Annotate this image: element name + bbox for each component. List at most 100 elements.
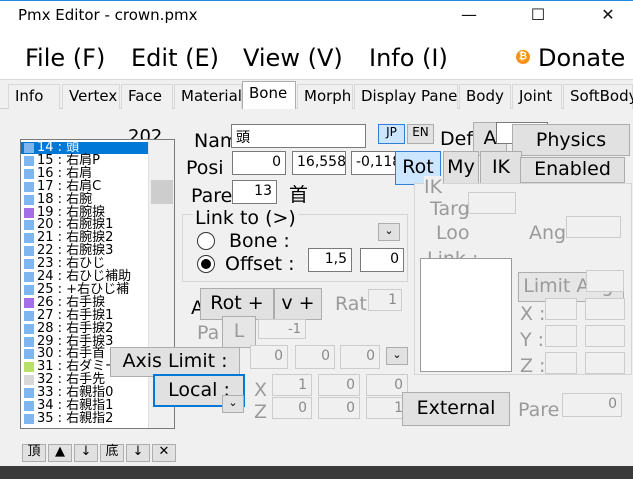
pa-label: Pa [197, 322, 220, 344]
offset-radio[interactable] [197, 255, 215, 273]
local-select-button[interactable]: ⌄ [222, 395, 244, 413]
bone-color-swatch [24, 233, 34, 244]
bone-color-swatch [24, 375, 34, 386]
limit-x-min-field[interactable] [545, 298, 577, 320]
parent-index-field[interactable]: 13 [232, 180, 277, 204]
move-up-button[interactable]: ▲ [48, 444, 72, 462]
tab-strip: Info Vertex Face Material Bone Morph Dis… [0, 81, 633, 110]
axis-limit-select-button[interactable]: ⌄ [386, 347, 408, 365]
minimize-button[interactable]: — [446, 1, 492, 31]
limit-z-min-field[interactable] [545, 352, 577, 374]
limit-y-max-field[interactable] [585, 325, 625, 347]
delete-button[interactable]: ✕ [152, 444, 176, 462]
parent-label: Pare [191, 185, 233, 207]
tab-softbody[interactable]: SoftBody [563, 84, 633, 109]
bone-item-label: 16 : 右肩 [37, 165, 93, 181]
position-y-field[interactable]: 16,558 [292, 151, 346, 175]
mv-plus-button[interactable]: v + [274, 288, 322, 320]
bone-color-swatch [24, 413, 34, 424]
local-z2-field[interactable]: 0 [318, 397, 360, 419]
menu-info[interactable]: Info (I) [369, 44, 448, 72]
bone-color-swatch [24, 259, 34, 270]
tab-morph[interactable]: Morph [297, 84, 353, 109]
ik-target-field[interactable] [468, 192, 516, 214]
limit-z-max-field[interactable] [585, 352, 625, 374]
axis-limit-button[interactable]: Axis Limit : [110, 347, 240, 377]
menu-edit[interactable]: Edit (E) [131, 44, 219, 72]
menu-view[interactable]: View (V) [243, 44, 343, 72]
tab-body[interactable]: Body [459, 84, 511, 109]
maximize-button[interactable]: ☐ [515, 1, 561, 31]
en-button[interactable]: EN [407, 124, 434, 144]
menu-file[interactable]: File (F) [25, 44, 105, 72]
bone-color-swatch [24, 207, 34, 218]
tab-face[interactable]: Face [121, 84, 173, 109]
bone-item-label: 18 : 右腕 [37, 191, 93, 207]
bone-radio[interactable] [197, 232, 215, 250]
offset-field-2[interactable]: 0 [360, 248, 404, 272]
move-down-button[interactable]: ↓ [74, 444, 98, 462]
move-top-button[interactable]: 頂 [22, 444, 46, 462]
scrollbar-thumb[interactable] [151, 180, 173, 204]
limit-x-max-field[interactable] [585, 298, 625, 320]
tab-display-pane[interactable]: Display Pane [354, 84, 458, 109]
jp-button[interactable]: JP [378, 124, 405, 144]
bone-color-swatch [24, 310, 34, 321]
bone-color-swatch [24, 155, 34, 166]
tab-bone[interactable]: Bone [242, 81, 296, 110]
bone-item-label: 27 : 右手捩1 [37, 307, 114, 323]
tab-info[interactable]: Info [8, 84, 60, 109]
ik-button[interactable]: IK [480, 151, 522, 185]
pa-field[interactable]: -1 [258, 319, 306, 339]
axis-y-field[interactable]: 0 [295, 345, 335, 369]
axis-x-field[interactable]: 0 [250, 345, 288, 369]
limit-z-label: Z : [520, 355, 546, 377]
bone-item-label: 17 : 右肩C [37, 178, 102, 194]
menu-donate[interactable]: Donate [538, 44, 625, 72]
bone-color-swatch [24, 168, 34, 179]
enabled-button[interactable]: Enabled [520, 157, 625, 183]
minimize-icon: — [461, 5, 477, 24]
taskbar [0, 466, 633, 479]
close-button[interactable]: ✕ [585, 1, 631, 31]
bone-radio-label: Bone : [229, 230, 290, 252]
local-z1-field[interactable]: 0 [272, 397, 312, 419]
link-bone-select-button[interactable]: ⌄ [378, 223, 400, 241]
add-button[interactable]: ↓ [126, 444, 150, 462]
ratio-label: Rat [335, 293, 367, 315]
ik-link-list[interactable] [420, 258, 512, 372]
position-x-field[interactable]: 0 [232, 151, 286, 175]
external-parent-label: Pare [518, 399, 560, 421]
move-bottom-button[interactable]: 底 [100, 444, 124, 462]
external-parent-field[interactable]: 0 [562, 393, 622, 417]
ik-loop-label: Loo [436, 222, 470, 244]
bone-color-swatch [24, 181, 34, 192]
ik-target-label: Targ [430, 198, 470, 220]
bone-color-swatch [24, 323, 34, 334]
tab-joint[interactable]: Joint [512, 84, 562, 109]
ik-angle-label: Ang [529, 222, 567, 244]
deform-label: Def [440, 128, 474, 150]
physics-button[interactable]: Physics [512, 124, 630, 156]
tab-material[interactable]: Material [174, 84, 242, 109]
close-icon: ✕ [601, 5, 615, 24]
ik-angle-field[interactable] [566, 216, 621, 238]
title-bar: Pmx Editor - crown.pmx — ☐ ✕ [0, 0, 633, 32]
offset-field[interactable]: 1,5 [308, 248, 352, 272]
axis-z-field[interactable]: 0 [340, 345, 380, 369]
movable-button[interactable]: My [443, 151, 479, 185]
tab-vertex[interactable]: Vertex [62, 84, 120, 109]
limit-angle-field[interactable] [586, 270, 624, 292]
bone-item-label: 26 : 右手捩 [37, 294, 106, 310]
l-button[interactable]: L [222, 316, 256, 348]
offset-radio-label: Offset : [225, 253, 295, 275]
limit-y-min-field[interactable] [545, 325, 577, 347]
bitcoin-coin-icon: ₿ [516, 50, 530, 64]
external-button[interactable]: External [402, 392, 510, 426]
ratio-field[interactable]: 1 [368, 289, 402, 311]
bone-color-swatch [24, 246, 34, 257]
local-x1-field[interactable]: 1 [272, 374, 312, 396]
name-field[interactable]: 頭 [231, 124, 366, 148]
limit-y-label: Y : [520, 329, 545, 351]
local-x2-field[interactable]: 0 [318, 374, 360, 396]
